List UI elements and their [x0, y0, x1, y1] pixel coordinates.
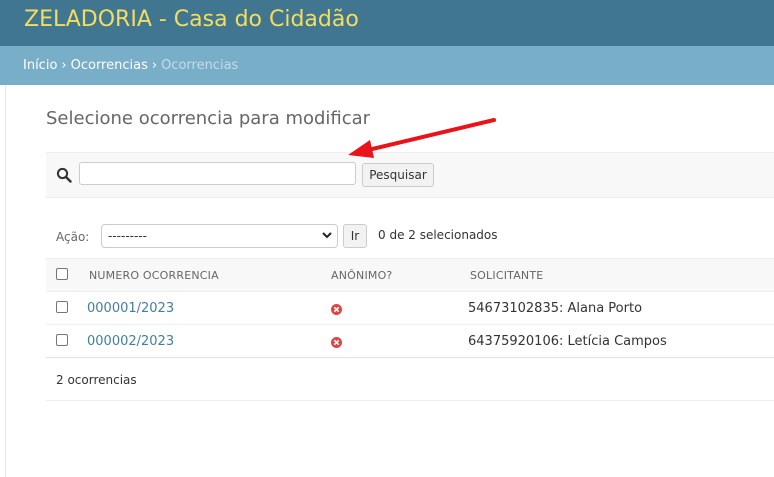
table-header-row: NUMERO OCORRENCIA ANÔNIMO? SOLICITANTE: [46, 258, 774, 292]
divider: [46, 400, 774, 401]
breadcrumb-current: Ocorrencias: [161, 58, 239, 73]
table-row: 000002/2023 64375920106: Letícia Campos: [46, 325, 774, 358]
content-left-border: [5, 85, 6, 477]
breadcrumb: Início › Ocorrencias › Ocorrencias: [0, 46, 774, 85]
result-count: 2 ocorrencias: [56, 373, 137, 387]
row-checkbox[interactable]: [56, 334, 68, 346]
selected-count: 0 de 2 selecionados: [378, 228, 498, 242]
search-button[interactable]: Pesquisar: [362, 163, 434, 187]
breadcrumb-home-link[interactable]: Início: [23, 58, 57, 73]
search-icon: [56, 167, 72, 183]
results-table: NUMERO OCORRENCIA ANÔNIMO? SOLICITANTE 0…: [46, 258, 774, 358]
site-header: ZELADORIA - Casa do Cidadão: [0, 0, 774, 46]
search-input[interactable]: [79, 162, 356, 185]
column-header-anonimo[interactable]: ANÔNIMO?: [331, 269, 392, 282]
action-go-button[interactable]: Ir: [343, 224, 367, 248]
table-row: 000001/2023 54673102835: Alana Porto: [46, 292, 774, 325]
site-branding[interactable]: ZELADORIA - Casa do Cidadão: [24, 7, 359, 32]
no-icon: [331, 337, 342, 348]
breadcrumb-separator: ›: [61, 58, 67, 73]
solicitante-cell: 64375920106: Letícia Campos: [468, 334, 667, 349]
red-arrow-annotation: [348, 118, 496, 158]
column-header-numero[interactable]: NUMERO OCORRENCIA: [89, 269, 219, 282]
action-label: Ação:: [56, 230, 90, 244]
action-select-value: ---------: [108, 229, 147, 243]
row-checkbox[interactable]: [56, 301, 68, 313]
no-icon: [331, 304, 342, 315]
ocorrencia-link[interactable]: 000002/2023: [87, 334, 174, 349]
page-title: Selecione ocorrencia para modificar: [46, 108, 371, 129]
breadcrumb-separator: ›: [151, 58, 158, 73]
action-select[interactable]: ---------: [101, 224, 338, 248]
column-header-solicitante[interactable]: SOLICITANTE: [470, 269, 543, 282]
chevron-down-icon: [322, 232, 332, 239]
breadcrumb-section-link[interactable]: Ocorrencias: [71, 58, 148, 73]
select-all-checkbox[interactable]: [56, 268, 68, 280]
solicitante-cell: 54673102835: Alana Porto: [468, 301, 643, 316]
ocorrencia-link[interactable]: 000001/2023: [87, 301, 174, 316]
